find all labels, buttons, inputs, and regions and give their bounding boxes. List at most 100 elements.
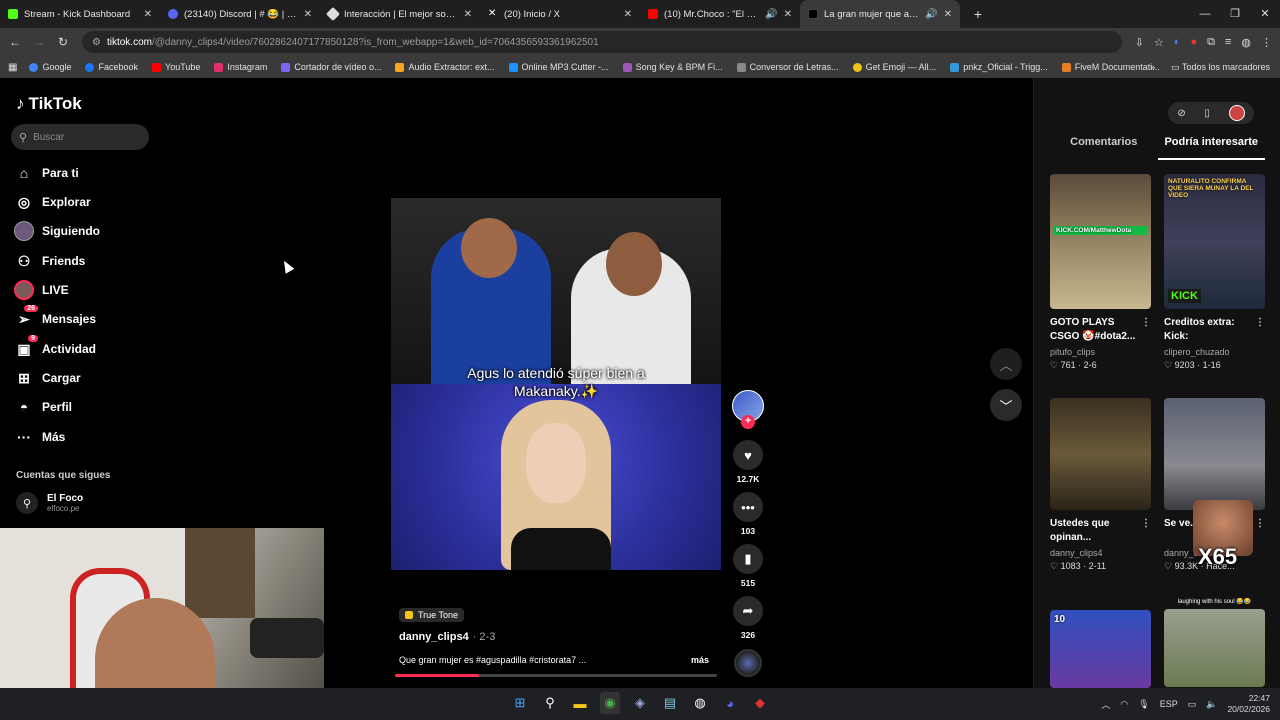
extension-icon[interactable]: ● <box>1190 36 1197 48</box>
new-tab-button[interactable]: + <box>968 6 988 22</box>
notepad-icon[interactable]: ▤ <box>660 692 680 714</box>
tab-tiktok-active[interactable]: La gran mujer que atendió 🔊 ✕ <box>800 0 960 28</box>
bookmark-fivem[interactable]: FiveM Documentati... <box>1061 62 1160 72</box>
close-tab-icon[interactable]: ✕ <box>624 9 632 20</box>
music-disc-icon[interactable] <box>734 649 762 677</box>
apps-grid-icon[interactable]: ▦ <box>8 62 17 73</box>
maximize-icon[interactable]: ❐ <box>1220 0 1250 28</box>
tab-interaccion[interactable]: Interacción | El mejor software ✕ <box>320 0 480 28</box>
nav-friends[interactable]: ⚇ Friends <box>14 250 86 272</box>
chevron-right-icon[interactable]: » <box>1150 62 1155 72</box>
bookmark-video-cutter[interactable]: Cortador de vídeo o... <box>281 62 381 72</box>
bookmark-star-icon[interactable]: ☆ <box>1154 36 1164 49</box>
bookmark-instagram[interactable]: Instagram <box>214 62 267 72</box>
reload-icon[interactable]: ↻ <box>51 35 75 49</box>
minimize-icon[interactable]: — <box>1190 0 1220 28</box>
nav-explorar[interactable]: ◎ Explorar <box>14 191 91 213</box>
previous-video-button[interactable]: ︿ <box>990 348 1022 380</box>
steam-icon[interactable]: ◈ <box>630 692 650 714</box>
search-input[interactable]: ⚲ Buscar <box>11 124 149 150</box>
nav-siguiendo[interactable]: Siguiendo <box>14 220 100 242</box>
nav-mas[interactable]: ··· Más <box>14 426 65 448</box>
nav-live[interactable]: LIVE <box>14 279 69 301</box>
nav-mensajes[interactable]: ➢ 26 Mensajes <box>14 304 96 330</box>
suggested-video-card[interactable]: 10 <box>1050 610 1151 688</box>
kebab-icon[interactable]: ⋮ <box>1141 316 1151 330</box>
windows-start-icon[interactable]: ⊞ <box>510 692 530 714</box>
profile-avatar-icon[interactable]: ◍ <box>1241 36 1251 49</box>
video-progress-bar[interactable] <box>395 674 717 677</box>
close-tab-icon[interactable]: ✕ <box>304 9 312 20</box>
comment-button[interactable]: ••• 103 <box>732 492 764 536</box>
back-icon[interactable]: ← <box>3 35 27 49</box>
close-tab-icon[interactable]: ✕ <box>464 9 472 20</box>
network-icon[interactable]: ▭ <box>1188 699 1197 710</box>
kebab-menu-icon[interactable]: ⋮ <box>1261 36 1272 49</box>
wifi-icon[interactable]: ◠ <box>1120 699 1128 710</box>
close-window-icon[interactable]: ✕ <box>1250 0 1280 28</box>
chrome-icon[interactable]: ◉ <box>600 692 620 714</box>
tab-comentarios[interactable]: Comentarios <box>1050 136 1158 160</box>
share-button[interactable]: ➦ 326 <box>732 596 764 640</box>
suggested-video-card[interactable]: KICK.COM/MatthewDota GOTO PLAYS CSGO 🤡#d… <box>1050 174 1151 371</box>
device-icon[interactable]: ▯ <box>1204 108 1210 119</box>
like-button[interactable]: ♥ 12.7K <box>732 440 764 484</box>
file-explorer-icon[interactable]: ▬ <box>570 692 590 714</box>
kebab-icon[interactable]: ⋮ <box>1141 517 1151 531</box>
clock[interactable]: 22:47 20/02/2026 <box>1227 693 1270 715</box>
close-tab-icon[interactable]: ✕ <box>144 9 152 20</box>
more-button[interactable]: más <box>691 655 709 665</box>
bookmark-song-key[interactable]: Song Key & BPM Fi... <box>622 62 723 72</box>
url-bar[interactable]: ⚙ tiktok.com /@danny_clips4/video/760286… <box>82 31 1122 53</box>
next-video-button[interactable]: ﹀ <box>990 389 1022 421</box>
nav-cargar[interactable]: ⊞ Cargar <box>14 367 81 389</box>
tab-x[interactable]: ✕ (20) Inicio / X ✕ <box>480 0 640 28</box>
suggested-video-card[interactable]: NATURALITO CONFIRMA QUE SIERA MUNAY LA D… <box>1164 174 1265 371</box>
obs-icon[interactable]: ◍ <box>690 692 710 714</box>
search-icon[interactable]: ⚲ <box>540 692 560 714</box>
true-tone-tag[interactable]: True Tone <box>399 608 465 622</box>
followed-account-el-foco[interactable]: ⚲ El Foco elfoco.pe <box>16 492 83 514</box>
menu-lines-icon[interactable]: ≡ <box>1225 36 1231 48</box>
close-tab-icon[interactable]: ✕ <box>784 9 792 20</box>
save-button[interactable]: ▮ 515 <box>732 544 764 588</box>
suggested-video-card[interactable]: Ustedes que opinan... ⋮ danny_clips4 ♡ 10… <box>1050 398 1151 572</box>
bookmark-get-emoji[interactable]: Get Emoji — All... <box>852 62 936 72</box>
bookmark-google[interactable]: Google <box>29 62 71 72</box>
video-author[interactable]: danny_clips4 · 2-3 <box>399 631 495 643</box>
bookmark-conversor[interactable]: Conversor de Letras... <box>736 62 839 72</box>
nav-para-ti[interactable]: ⌂ Para ti <box>14 162 79 184</box>
volume-icon[interactable]: 🔈 <box>1206 699 1217 710</box>
speaker-icon[interactable]: 🔊 <box>925 9 937 20</box>
bookmark-pnkz[interactable]: pnkz_Oficial - Trigg... <box>950 62 1048 72</box>
game-app-icon[interactable]: ◆ <box>750 692 770 714</box>
nav-actividad[interactable]: ▣ 9 Actividad <box>14 334 96 360</box>
puzzle-icon[interactable]: ⧉ <box>1207 36 1215 49</box>
site-info-icon[interactable]: ⚙ <box>92 37 101 48</box>
tab-kick-dashboard[interactable]: Stream - Kick Dashboard ✕ <box>0 0 160 28</box>
bookmark-facebook[interactable]: Facebook <box>85 62 138 72</box>
discord-icon[interactable]: ◕ <box>720 692 740 714</box>
video-player[interactable]: Agus lo atendió súper bien a Makanaky.✨ <box>391 198 721 570</box>
speaker-icon[interactable]: 🔊 <box>765 9 777 20</box>
bookmark-youtube[interactable]: YouTube <box>152 62 200 72</box>
coins-icon[interactable]: ⊘ <box>1177 108 1185 119</box>
close-tab-icon[interactable]: ✕ <box>944 9 952 20</box>
install-icon[interactable]: ⇩ <box>1135 36 1144 49</box>
bookmark-mp3-cutter[interactable]: Online MP3 Cutter -... <box>508 62 609 72</box>
all-bookmarks[interactable]: ▭ Todos los marcadores <box>1171 62 1270 73</box>
bookmark-audio-extractor[interactable]: Audio Extractor: ext... <box>395 62 495 72</box>
suggested-video-card[interactable]: laughing with his soul 😂😂 <box>1164 598 1265 687</box>
tab-podria-interesarte[interactable]: Podría interesarte <box>1157 136 1265 160</box>
kebab-icon[interactable]: ⋮ <box>1255 316 1265 330</box>
microphone-icon[interactable]: 🎙 <box>1138 699 1149 710</box>
kebab-icon[interactable]: ⋮ <box>1255 517 1265 531</box>
extension-icon[interactable]: ◐ <box>1174 36 1181 48</box>
follow-plus-icon[interactable]: + <box>741 415 755 429</box>
chevron-up-icon[interactable]: ︿ <box>1101 698 1110 711</box>
forward-icon[interactable]: → <box>27 35 51 49</box>
nav-perfil[interactable]: ◓ Perfil <box>14 396 72 418</box>
tab-youtube[interactable]: (10) Mr.Choco : "El Courier y El 🔊 ✕ <box>640 0 800 28</box>
tiktok-logo[interactable]: ♪ TikTok <box>16 94 82 114</box>
language-indicator[interactable]: ESP <box>1160 699 1178 709</box>
